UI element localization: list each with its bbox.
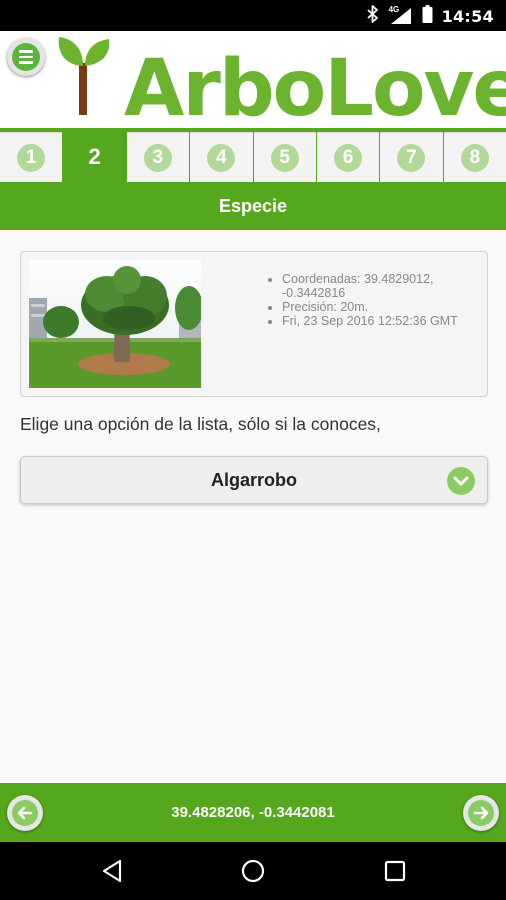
step-number: 1 bbox=[17, 143, 46, 172]
status-time: 14:54 bbox=[441, 6, 494, 26]
section-header: Especie bbox=[0, 182, 506, 230]
previous-button[interactable] bbox=[7, 795, 43, 831]
step-number: 3 bbox=[143, 143, 172, 172]
system-nav-bar bbox=[0, 842, 506, 900]
step-number: 5 bbox=[270, 143, 299, 172]
footer-coordinates: 39.4828206, -0.3442081 bbox=[171, 804, 335, 821]
date-item: Fri, 23 Sep 2016 12:52:36 GMT bbox=[282, 314, 481, 328]
tree-photo[interactable] bbox=[29, 260, 201, 388]
back-icon[interactable] bbox=[97, 856, 127, 886]
app-header: ArboLove bbox=[0, 31, 506, 134]
step-tab-2[interactable]: 2 bbox=[63, 132, 126, 182]
coordinates-line-1: Coordenadas: 39.4829012, bbox=[282, 272, 434, 286]
next-button[interactable] bbox=[463, 795, 499, 831]
status-bar: 4G 14:54 bbox=[0, 0, 506, 31]
step-tab-8[interactable]: 8 bbox=[443, 132, 506, 182]
home-icon[interactable] bbox=[238, 856, 268, 886]
species-prompt: Elige una opción de la lista, sólo si la… bbox=[20, 414, 381, 434]
footer-bar: 39.4828206, -0.3442081 bbox=[0, 783, 506, 842]
location-info-list: Coordenadas: 39.4829012, -0.3442816 Prec… bbox=[266, 272, 481, 328]
menu-button[interactable] bbox=[7, 38, 45, 76]
signal-icon: 4G bbox=[388, 5, 413, 25]
info-card: Coordenadas: 39.4829012, -0.3442816 Prec… bbox=[20, 251, 488, 397]
precision-item: Precisión: 20m. bbox=[282, 300, 481, 314]
app-title: ArboLove bbox=[124, 44, 506, 134]
step-tab-5[interactable]: 5 bbox=[253, 132, 316, 182]
step-number: 4 bbox=[207, 143, 236, 172]
step-number: 7 bbox=[397, 143, 426, 172]
species-select[interactable]: Algarrobo bbox=[20, 456, 488, 504]
coordinates-item: Coordenadas: 39.4829012, -0.3442816 bbox=[282, 272, 481, 300]
status-icons: 4G 14:54 bbox=[366, 4, 494, 28]
step-tab-7[interactable]: 7 bbox=[380, 132, 443, 182]
bluetooth-icon bbox=[366, 4, 380, 28]
coordinates-line-2: -0.3442816 bbox=[282, 286, 346, 300]
step-number: 2 bbox=[88, 144, 101, 169]
arrow-right-icon bbox=[468, 800, 494, 826]
tree-logo-icon bbox=[58, 37, 110, 115]
step-tab-4[interactable]: 4 bbox=[190, 132, 253, 182]
menu-icon bbox=[12, 43, 40, 71]
section-title: Especie bbox=[218, 195, 288, 216]
step-number: 8 bbox=[460, 143, 489, 172]
network-type-label: 4G bbox=[388, 5, 400, 14]
step-tabs: 1 2 3 4 5 6 7 8 bbox=[0, 132, 506, 182]
arrow-left-icon bbox=[12, 800, 38, 826]
step-tab-6[interactable]: 6 bbox=[316, 132, 380, 182]
step-tab-1[interactable]: 1 bbox=[0, 132, 63, 182]
battery-icon bbox=[422, 4, 433, 28]
recents-icon[interactable] bbox=[380, 856, 410, 886]
step-number: 6 bbox=[334, 143, 363, 172]
chevron-down-icon bbox=[447, 467, 475, 495]
species-select-value: Algarrobo bbox=[210, 469, 297, 490]
step-tab-3[interactable]: 3 bbox=[126, 132, 190, 182]
